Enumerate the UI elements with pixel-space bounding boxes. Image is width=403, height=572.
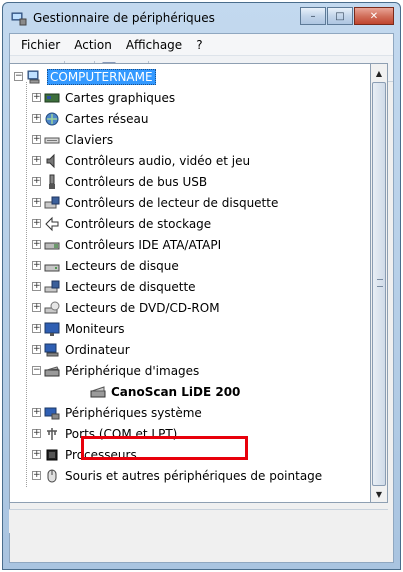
scroll-up-arrow-icon[interactable]: ▲ — [371, 65, 387, 81]
tree-root[interactable]: − COMPUTERNAME — [14, 66, 156, 87]
device-manager-window: Gestionnaire de périphériques – □ ✕ Fich… — [2, 2, 401, 570]
tree-category[interactable]: + Claviers — [32, 129, 113, 150]
category-label: Contrôleurs de bus USB — [65, 174, 208, 189]
tree-category[interactable]: + Lecteurs de DVD/CD-ROM — [32, 297, 220, 318]
keyboard-icon — [44, 137, 60, 143]
tree-category[interactable]: + Souris et autres périphériques de poin… — [32, 465, 322, 486]
storage-controller-icon — [45, 216, 59, 231]
tree-category[interactable]: + Cartes graphiques — [32, 87, 175, 108]
category-label: Lecteurs de disque — [65, 258, 179, 273]
processor-icon — [46, 449, 58, 460]
expand-toggle[interactable]: + — [32, 450, 41, 459]
floppy-drive-icon — [44, 280, 60, 292]
collapse-toggle[interactable]: − — [32, 366, 41, 375]
title-bar[interactable]: Gestionnaire de périphériques – □ ✕ — [3, 3, 400, 33]
tree-category[interactable]: + Ordinateur — [32, 339, 130, 360]
computer-icon — [27, 70, 40, 83]
mouse-icon — [47, 469, 57, 482]
expand-toggle[interactable]: + — [32, 135, 41, 144]
scroll-thumb[interactable] — [372, 82, 386, 486]
category-label: Contrôleurs audio, vidéo et jeu — [65, 153, 251, 168]
expand-toggle[interactable]: + — [32, 261, 41, 270]
maximize-button[interactable]: □ — [327, 7, 353, 25]
disk-drive-icon — [44, 264, 60, 271]
vertical-scrollbar[interactable]: ▲ ▼ — [371, 63, 388, 503]
scanner-icon — [90, 385, 106, 397]
port-icon — [47, 427, 57, 440]
tree-category[interactable]: + Contrôleurs IDE ATA/ATAPI — [32, 234, 221, 255]
expand-toggle[interactable]: + — [32, 408, 41, 417]
category-label: Lecteurs de disquette — [65, 279, 196, 294]
window-controls: – □ ✕ — [299, 7, 394, 25]
tree-category[interactable]: + Contrôleurs de lecteur de disquette — [32, 192, 278, 213]
usb-icon — [49, 174, 55, 189]
tree-category[interactable]: + Contrôleurs audio, vidéo et jeu — [32, 150, 250, 171]
menu-affichage[interactable]: Affichage — [119, 38, 189, 52]
expand-toggle[interactable]: + — [32, 324, 41, 333]
menu-action[interactable]: Action — [67, 38, 119, 52]
category-label: Périphériques système — [65, 405, 202, 420]
category-label: Contrôleurs de stockage — [65, 216, 212, 231]
expand-toggle[interactable]: + — [32, 429, 41, 438]
system-device-icon — [44, 407, 60, 419]
status-bar — [9, 509, 388, 533]
tree-category[interactable]: + Cartes réseau — [32, 108, 148, 129]
menu-help[interactable]: ? — [189, 38, 209, 52]
expand-toggle[interactable]: + — [32, 303, 41, 312]
network-adapter-icon — [45, 112, 59, 125]
ide-controller-icon — [44, 242, 60, 249]
scroll-grip — [377, 279, 383, 287]
expand-toggle[interactable]: + — [32, 219, 41, 228]
dvd-drive-icon — [44, 301, 60, 313]
expand-toggle[interactable]: + — [32, 345, 41, 354]
tree-line — [26, 82, 27, 487]
floppy-controller-icon — [44, 196, 60, 208]
category-label: Périphérique d'images — [65, 363, 200, 378]
device-manager-icon — [11, 12, 27, 26]
expand-toggle[interactable]: + — [32, 177, 41, 186]
category-label: Claviers — [65, 132, 114, 147]
category-label: Lecteurs de DVD/CD-ROM — [65, 300, 220, 315]
root-computer-label[interactable]: COMPUTERNAME — [47, 68, 156, 85]
expand-toggle[interactable]: + — [32, 471, 41, 480]
expand-toggle[interactable]: + — [32, 93, 41, 102]
minimize-button[interactable]: – — [300, 7, 326, 25]
expand-toggle[interactable]: + — [32, 114, 41, 123]
category-label: Cartes graphiques — [65, 90, 176, 105]
category-label: Ordinateur — [65, 342, 130, 357]
close-button[interactable]: ✕ — [354, 7, 394, 25]
collapse-toggle[interactable]: − — [14, 72, 23, 81]
tree-category[interactable]: + Périphériques système — [32, 402, 202, 423]
category-label: Moniteurs — [65, 321, 125, 336]
menu-fichier[interactable]: Fichier — [14, 38, 67, 52]
highlight-annotation — [81, 436, 248, 460]
device-label: CanoScan LiDE 200 — [111, 384, 241, 399]
tree-category[interactable]: − Périphérique d'images — [32, 360, 199, 381]
expand-toggle[interactable]: + — [32, 198, 41, 207]
monitor-icon — [44, 322, 60, 336]
tree-category[interactable]: + Lecteurs de disquette — [32, 276, 196, 297]
tree-category[interactable]: + Contrôleurs de stockage — [32, 213, 211, 234]
category-label: Cartes réseau — [65, 111, 149, 126]
speaker-icon — [46, 153, 55, 168]
device-canoscan[interactable]: CanoScan LiDE 200 — [90, 381, 240, 402]
category-label: Contrôleurs de lecteur de disquette — [65, 195, 279, 210]
tree-category[interactable]: + Lecteurs de disque — [32, 255, 179, 276]
expand-toggle[interactable]: + — [32, 156, 41, 165]
computer-icon — [44, 343, 59, 356]
category-label: Contrôleurs IDE ATA/ATAPI — [65, 237, 222, 252]
tree-category[interactable]: + Moniteurs — [32, 318, 125, 339]
window-title: Gestionnaire de périphériques — [33, 11, 215, 25]
category-label: Souris et autres périphériques de pointa… — [65, 468, 323, 483]
expand-toggle[interactable]: + — [32, 282, 41, 291]
expand-toggle[interactable]: + — [32, 240, 41, 249]
display-adapter-icon — [44, 93, 60, 102]
scroll-down-arrow-icon[interactable]: ▼ — [371, 486, 387, 502]
tree-category[interactable]: + Contrôleurs de bus USB — [32, 171, 207, 192]
imaging-device-icon — [44, 365, 60, 376]
menu-bar: Fichier Action Affichage ? — [10, 34, 393, 56]
